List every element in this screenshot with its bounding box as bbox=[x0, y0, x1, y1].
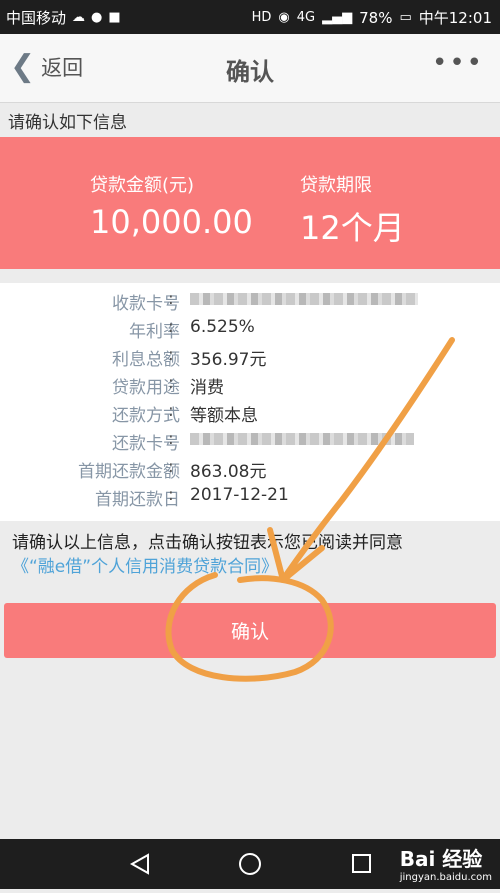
detail-row: 首期还款金额 : 863.08元 bbox=[78, 457, 267, 482]
loan-amount-value: 10,000.00 bbox=[90, 203, 253, 241]
repay-card-value bbox=[190, 429, 414, 449]
notification-icon: ☁ bbox=[72, 10, 86, 25]
detail-row: 年利率 : 6.525% bbox=[129, 317, 255, 342]
detail-row: 收款卡号 : bbox=[0, 289, 500, 317]
receive-card-value bbox=[190, 289, 418, 309]
watermark: Bai 经验 jingyan.baidu.com bbox=[400, 843, 492, 883]
watermark-url: jingyan.baidu.com bbox=[399, 872, 492, 883]
loan-details: 收款卡号 : 年利率 : 6.525% 利息总额 : 356.97元 贷款用途 … bbox=[0, 283, 500, 521]
first-repay-date-value: 2017-12-21 bbox=[190, 485, 289, 505]
signal-icon: ▂▄▆ bbox=[322, 10, 353, 25]
nav-bar: ❮ 返回 确认 ••• bbox=[0, 34, 500, 103]
detail-row: 贷款用途 : 消费 bbox=[112, 373, 224, 398]
home-circle-icon bbox=[239, 853, 261, 875]
agreement-notice: 请确认以上信息，点击确认按钮表示您已阅读并同意 《“融e借”个人信用消费贷款合同… bbox=[12, 531, 496, 579]
confirm-button[interactable]: 确认 bbox=[4, 603, 496, 658]
network-icon: 4G bbox=[296, 10, 316, 25]
detail-row: 还款方式 : 等额本息 bbox=[112, 401, 258, 426]
agreement-text: 请确认以上信息，点击确认按钮表示您已阅读并同意 bbox=[12, 533, 403, 553]
recents-square-icon bbox=[352, 854, 371, 873]
status-bar: 中国移动 ☁ ● ■ HD ◉ 4G ▂▄▆ 78% ▭ 中午12:01 bbox=[0, 0, 500, 34]
first-repay-amount-label: 首期还款金额 bbox=[78, 462, 180, 482]
detail-row: 还款卡号 : bbox=[0, 429, 500, 457]
contract-link[interactable]: 《“融e借”个人信用消费贷款合同》 bbox=[12, 557, 278, 577]
page-title: 确认 bbox=[226, 58, 274, 86]
confirm-prompt: 请确认如下信息 bbox=[8, 113, 127, 133]
loan-purpose-value: 消费 bbox=[190, 378, 224, 398]
detail-row: 利息总额 : 356.97元 bbox=[112, 345, 267, 370]
annual-rate-value: 6.525% bbox=[190, 317, 255, 337]
loan-amount: 贷款金额(元) 10,000.00 bbox=[90, 171, 253, 241]
loan-term-value: 12个月 bbox=[300, 209, 405, 247]
battery-percent: 78% bbox=[359, 8, 393, 27]
chat-icon: ● bbox=[91, 10, 103, 25]
total-interest-value: 356.97元 bbox=[190, 350, 267, 370]
app-icon: ■ bbox=[108, 10, 121, 25]
battery-icon: ▭ bbox=[399, 10, 412, 25]
detail-row: 首期还款日 : 2017-12-21 bbox=[95, 485, 289, 510]
hd-icon: HD bbox=[251, 10, 272, 25]
loan-term: 贷款期限 12个月 bbox=[300, 171, 405, 249]
loan-summary: 贷款金额(元) 10,000.00 贷款期限 12个月 bbox=[0, 137, 500, 269]
carrier-label: 中国移动 bbox=[6, 9, 67, 27]
repay-method-value: 等额本息 bbox=[190, 406, 258, 426]
loan-term-label: 贷款期限 bbox=[300, 175, 372, 196]
watermark-brand: Bai 经验 bbox=[399, 847, 483, 871]
clock: 中午12:01 bbox=[418, 9, 492, 27]
loan-amount-label: 贷款金额(元) bbox=[90, 175, 195, 196]
back-triangle-icon bbox=[129, 853, 149, 875]
first-repay-amount-value: 863.08元 bbox=[190, 462, 267, 482]
eye-icon: ◉ bbox=[278, 10, 290, 25]
more-icon[interactable]: ••• bbox=[432, 48, 484, 78]
